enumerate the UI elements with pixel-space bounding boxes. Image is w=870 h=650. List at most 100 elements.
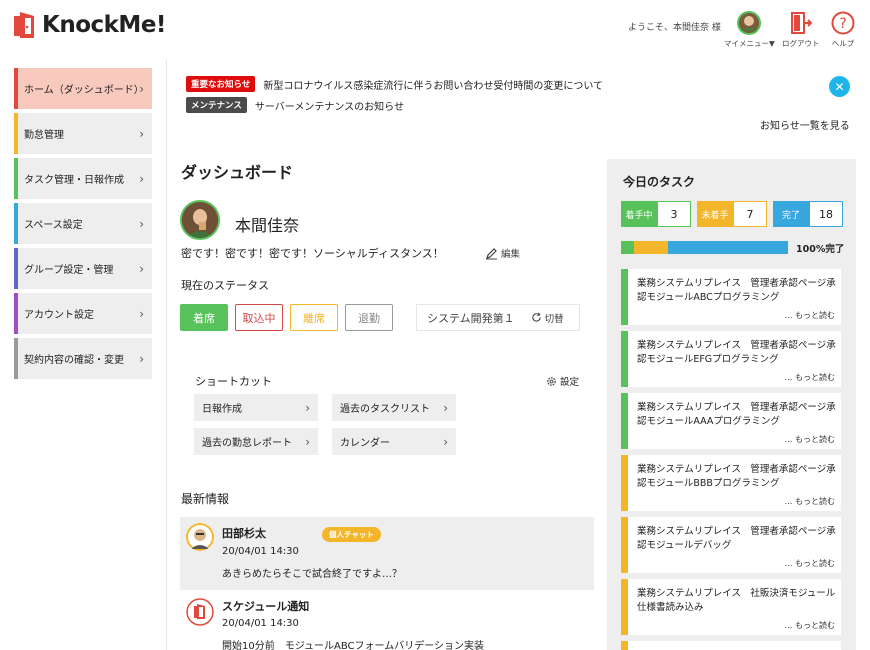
- status-present-button[interactable]: 着席: [180, 304, 228, 331]
- chevron-right-icon: ›: [139, 126, 144, 141]
- count-label: 完了: [773, 201, 809, 227]
- status-busy-button[interactable]: 取込中: [235, 304, 283, 331]
- sidebar-item-label: スペース設定: [24, 220, 83, 231]
- help-button[interactable]: ? ヘルプ: [830, 10, 856, 49]
- chevron-right-icon: ›: [305, 434, 310, 449]
- status-away-button[interactable]: 離席: [290, 304, 338, 331]
- sidebar-item-space[interactable]: スペース設定 ›: [14, 203, 152, 244]
- count-done[interactable]: 完了 18: [773, 201, 843, 227]
- team-selector: システム開発第１ 切替: [416, 304, 580, 331]
- shortcut-label: 日報作成: [202, 404, 242, 415]
- read-more-link[interactable]: … もっと読む: [784, 372, 835, 383]
- notice-row[interactable]: 重要なお知らせ 新型コロナウイルス感染症流行に伴うお問い合わせ受付時間の変更につ…: [186, 76, 603, 92]
- door-logo-icon: [14, 12, 34, 38]
- page-title: ダッシュボード: [181, 163, 294, 182]
- shortcut-daily-report[interactable]: 日報作成 ›: [194, 394, 318, 421]
- read-more-link[interactable]: … もっと読む: [784, 434, 835, 445]
- news-title: 最新情報: [181, 492, 230, 506]
- task-text: 業務システムリプレイス 管理者承認ページ承認モジュールEFGプログラミング: [637, 340, 836, 365]
- task-card[interactable]: 業務システムリプレイス 管理者承認ページ承認モジュールBBBプログラミング … …: [621, 455, 841, 511]
- news-item[interactable]: 田部杉太 個人チャット 20/04/01 14:30 あきらめたらそこで試合終了…: [180, 517, 594, 590]
- task-card[interactable]: 業務システムリプレイス 管理者承認ページ承認モジュールABCプログラミング … …: [621, 269, 841, 325]
- task-card[interactable]: 業務システムリプレイス 管理者承認ページ承認モジュールデバッグ … もっと読む: [621, 517, 841, 573]
- sidebar-item-account[interactable]: アカウント設定 ›: [14, 293, 152, 334]
- count-label: 未着手: [697, 201, 733, 227]
- status-leave-button[interactable]: 退勤: [345, 304, 393, 331]
- team-name: システム開発第１: [427, 311, 515, 325]
- progress-blue: [667, 241, 788, 254]
- chevron-right-icon: ›: [443, 434, 448, 449]
- shortcut-label: カレンダー: [340, 438, 390, 449]
- read-more-link[interactable]: … もっと読む: [784, 310, 835, 321]
- pencil-icon: [486, 247, 497, 259]
- my-menu-label: マイメニュー▼: [724, 39, 775, 48]
- notice-row[interactable]: メンテナンス サーバーメンテナンスのお知らせ: [186, 97, 404, 113]
- task-text: 業務システムリプレイス 管理者承認ページ承認モジュールデバッグ: [637, 526, 836, 551]
- logout-icon: [788, 10, 814, 36]
- notice-text: サーバーメンテナンスのお知らせ: [254, 101, 404, 113]
- edit-button[interactable]: 編集: [485, 246, 520, 260]
- close-icon[interactable]: ✕: [829, 76, 850, 97]
- logout-button[interactable]: ログアウト: [782, 10, 820, 49]
- notice-tag: メンテナンス: [186, 97, 247, 113]
- shortcut-attendance-report[interactable]: 過去の勤怠レポート ›: [194, 428, 318, 455]
- news-item[interactable]: スケジュール通知 20/04/01 14:30 開始10分前 モジュールABCフ…: [180, 592, 594, 650]
- sidebar-item-home[interactable]: ホーム（ダッシュボード） ›: [14, 68, 152, 109]
- refresh-icon: [532, 312, 541, 322]
- status-title: 現在のステータス: [181, 279, 269, 292]
- count-in-progress[interactable]: 着手中 3: [621, 201, 691, 227]
- count-value: 3: [657, 201, 691, 227]
- avatar: [736, 10, 762, 36]
- shortcut-label: 過去の勤怠レポート: [202, 438, 292, 449]
- progress-green: [621, 241, 635, 254]
- door-logo-icon: [186, 598, 214, 626]
- read-more-link[interactable]: … もっと読む: [784, 558, 835, 569]
- chat-badge: 個人チャット: [322, 527, 381, 542]
- shortcut-settings-button[interactable]: 設定: [546, 374, 579, 388]
- task-card[interactable]: 業務システムリプレイス 管理者承認ページ承認モジュールEFGプログラミング … …: [621, 331, 841, 387]
- sidebar-item-attendance[interactable]: 勤怠管理 ›: [14, 113, 152, 154]
- task-text: 業務システムリプレイス 社販決済モジュール仕様書読み込み: [637, 588, 836, 613]
- news-text: 開始10分前 モジュールABCフォームバリデーション実装: [222, 641, 485, 650]
- sidebar-item-groups[interactable]: グループ設定・管理 ›: [14, 248, 152, 289]
- logo[interactable]: KnockMe!: [12, 10, 166, 40]
- read-more-link[interactable]: … もっと読む: [784, 620, 835, 631]
- welcome-text: ようこそ、本間佳奈 様: [628, 23, 721, 33]
- sidebar-item-tasks[interactable]: タスク管理・日報作成 ›: [14, 158, 152, 199]
- task-card[interactable]: [621, 641, 841, 650]
- chevron-right-icon: ›: [139, 81, 144, 96]
- news-text: あきらめたらそこで試合終了ですよ…？: [222, 569, 402, 580]
- task-card[interactable]: 業務システムリプレイス 管理者承認ページ承認モジュールAAAプログラミング … …: [621, 393, 841, 449]
- edit-label: 編集: [501, 249, 521, 260]
- task-text: 業務システムリプレイス 管理者承認ページ承認モジュールABCプログラミング: [637, 278, 836, 303]
- shortcut-calendar[interactable]: カレンダー ›: [332, 428, 456, 455]
- chevron-right-icon: ›: [139, 171, 144, 186]
- chevron-right-icon: ›: [139, 261, 144, 276]
- task-card[interactable]: 業務システムリプレイス 社販決済モジュール仕様書読み込み … もっと読む: [621, 579, 841, 635]
- read-more-link[interactable]: … もっと読む: [784, 496, 835, 507]
- count-value: 18: [809, 201, 843, 227]
- chevron-right-icon: ›: [305, 400, 310, 415]
- task-text: 業務システムリプレイス 管理者承認ページ承認モジュールAAAプログラミング: [637, 402, 836, 427]
- status-message: 密です！密です！密です！ソーシャルディスタンス！: [181, 247, 444, 260]
- help-label: ヘルプ: [831, 39, 855, 48]
- my-menu-button[interactable]: マイメニュー▼: [724, 10, 775, 49]
- divider: [166, 60, 167, 650]
- all-notices-link[interactable]: お知らせ一覧を見る: [760, 117, 850, 132]
- chevron-right-icon: ›: [443, 400, 448, 415]
- news-date: 20/04/01 14:30: [222, 618, 299, 629]
- sidebar-item-contract[interactable]: 契約内容の確認・変更 ›: [14, 338, 152, 379]
- switch-button[interactable]: 切替: [531, 311, 564, 325]
- shortcut-label: 過去のタスクリスト: [340, 404, 430, 415]
- gear-icon: [547, 376, 556, 386]
- count-label: 着手中: [621, 201, 657, 227]
- count-not-started[interactable]: 未着手 7: [697, 201, 767, 227]
- settings-label: 設定: [560, 377, 580, 388]
- header: KnockMe! ようこそ、本間佳奈 様 マイメニュー▼ ログアウト ? ヘルプ: [0, 0, 870, 52]
- logo-text: KnockMe!: [42, 12, 166, 38]
- shortcut-title: ショートカット: [195, 375, 272, 388]
- help-icon: ?: [830, 10, 856, 36]
- shortcut-past-tasks[interactable]: 過去のタスクリスト ›: [332, 394, 456, 421]
- news-sender: スケジュール通知: [222, 600, 310, 613]
- avatar: [186, 523, 214, 551]
